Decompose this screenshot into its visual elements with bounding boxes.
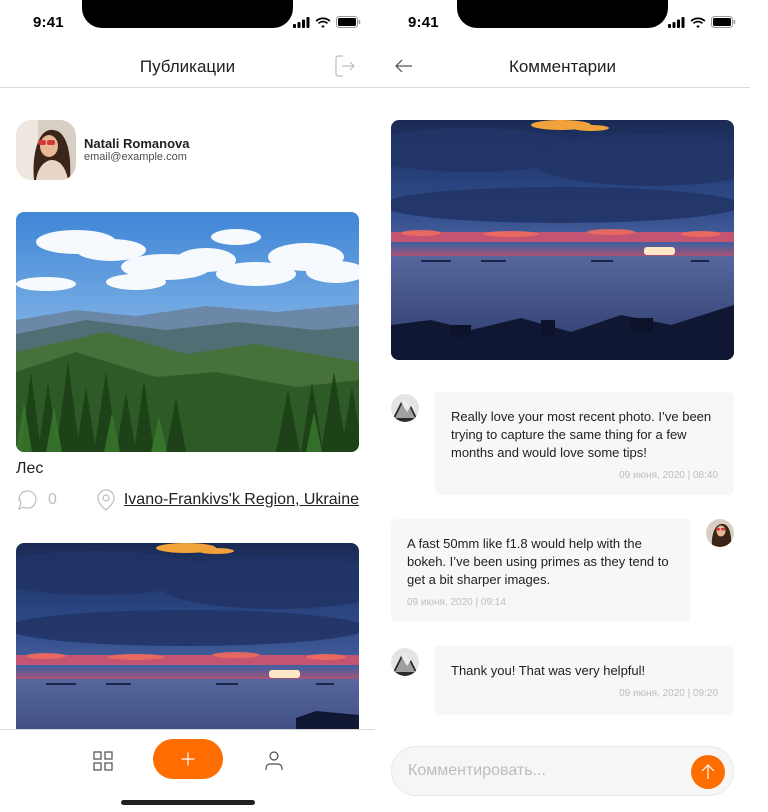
status-bar: 9:41 [375, 0, 750, 44]
post-image-forest[interactable] [16, 212, 359, 452]
my-avatar [706, 519, 734, 547]
wifi-icon [315, 17, 331, 28]
comment-date: 09 июня, 2020 | 08:40 [619, 470, 718, 481]
comment-input[interactable] [408, 747, 678, 795]
signal-icon [293, 16, 310, 28]
create-post-button[interactable] [153, 739, 223, 779]
comment-date: 09 июня, 2020 | 09:14 [407, 597, 506, 608]
avatar [16, 120, 76, 180]
plus-icon [181, 752, 195, 766]
location-text: Ivano-Frankivs'k Region, Ukraine [123, 491, 359, 508]
signal-icon [668, 16, 685, 28]
battery-icon [711, 16, 736, 28]
comments-header: Комментарии [375, 44, 750, 88]
posts-screen: 9:41 Публикации Natali Romanova email@ex… [0, 0, 375, 812]
comment-text: A fast 50mm like f1.8 would help with th… [407, 536, 669, 587]
post-image-sunset [391, 120, 734, 360]
comment-bubble: Thank you! That was very helpful! 09 июн… [435, 646, 734, 715]
status-icons [293, 16, 361, 28]
status-icons [668, 16, 736, 28]
comment-date: 09 июня, 2020 | 09:20 [619, 688, 718, 699]
arrow-up-icon [701, 764, 715, 779]
post-meta: 0 Ivano-Frankivs'k Region, Ukraine [16, 488, 359, 512]
comments-count: 0 [48, 491, 57, 508]
posts-header: Публикации [0, 44, 375, 88]
commenter-avatar [391, 648, 419, 676]
logout-icon[interactable] [333, 54, 357, 78]
send-button[interactable] [691, 755, 725, 789]
status-bar: 9:41 [0, 0, 375, 44]
wifi-icon [690, 17, 706, 28]
comment-bubble: A fast 50mm like f1.8 would help with th… [391, 519, 690, 622]
device-notch [82, 0, 293, 28]
comment-bubble: Really love your most recent photo. I’ve… [435, 392, 734, 495]
comment-text: Really love your most recent photo. I’ve… [451, 409, 712, 460]
status-time: 9:41 [408, 14, 439, 31]
home-indicator [121, 800, 255, 805]
status-time: 9:41 [33, 14, 64, 31]
user-icon[interactable] [262, 749, 286, 773]
user-email: email@example.com [84, 151, 187, 163]
device-notch [457, 0, 668, 28]
page-title: Публикации [139, 57, 236, 76]
comments-screen: 9:41 Комментарии Really love your most r… [375, 0, 750, 812]
map-pin-icon [97, 489, 115, 511]
commenter-avatar [391, 394, 419, 422]
comments-link[interactable]: 0 [16, 488, 57, 512]
page-title: Комментарии [508, 57, 617, 76]
grid-icon[interactable] [91, 749, 115, 773]
post-title: Лес [16, 460, 44, 477]
comment-text: Thank you! That was very helpful! [451, 663, 646, 678]
location-link[interactable]: Ivano-Frankivs'k Region, Ukraine [94, 488, 359, 512]
comment-icon [18, 490, 37, 511]
comment-input-box [391, 746, 734, 796]
user-profile: Natali Romanova email@example.com [16, 120, 189, 180]
user-name: Natali Romanova [84, 136, 190, 151]
battery-icon [336, 16, 361, 28]
